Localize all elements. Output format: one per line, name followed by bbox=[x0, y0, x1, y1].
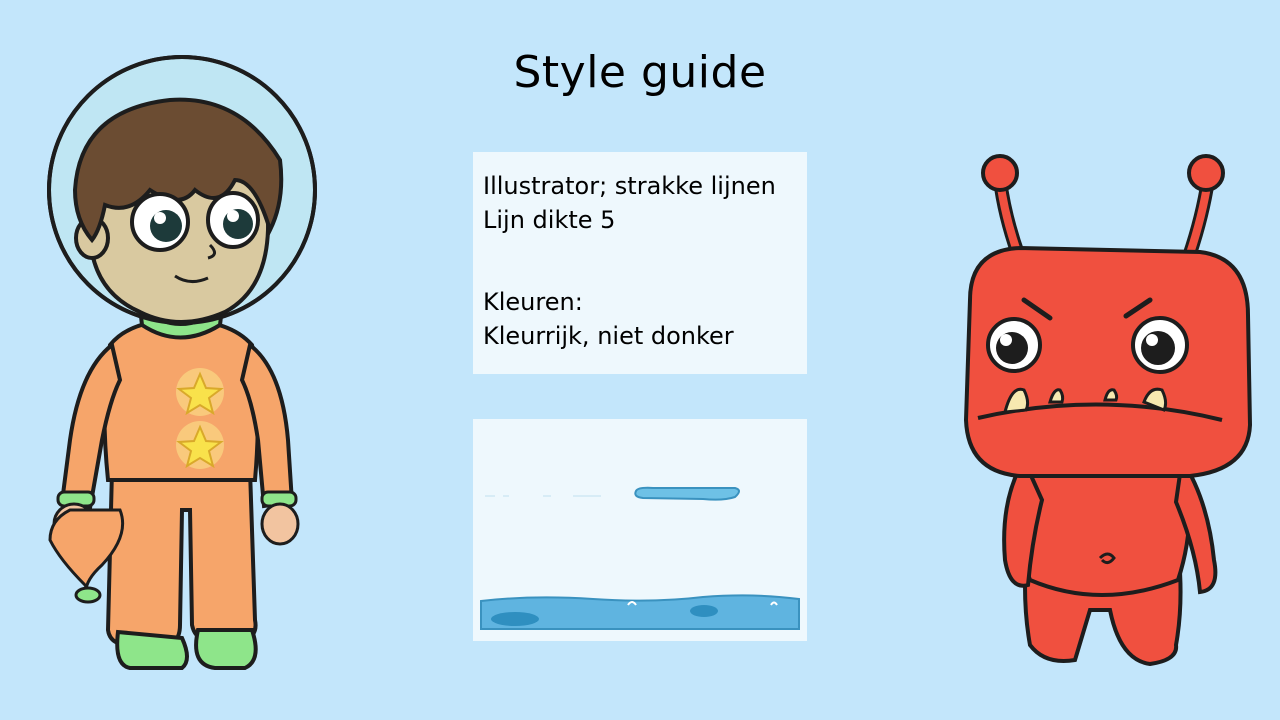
style-note-colors-heading: Kleuren: bbox=[483, 288, 583, 316]
style-notes-card: Illustrator; strakke lijnen Lijn dikte 5… bbox=[473, 152, 807, 374]
left-shoe bbox=[115, 629, 189, 670]
astronaut-drawing bbox=[47, 55, 317, 670]
alien-illustration bbox=[950, 140, 1260, 680]
level-sample-drawing bbox=[473, 419, 807, 641]
astronaut-illustration bbox=[30, 40, 330, 680]
alien-drawing bbox=[963, 154, 1253, 667]
right-hand bbox=[260, 502, 300, 546]
style-note-tool: Illustrator; strakke lijnen bbox=[483, 172, 776, 200]
level-sample-card bbox=[473, 419, 807, 641]
floating-platform bbox=[634, 486, 740, 501]
water-rock bbox=[690, 605, 718, 617]
water-rock bbox=[491, 612, 539, 626]
right-shoe bbox=[194, 628, 258, 670]
style-note-colors: Kleurrijk, niet donker bbox=[483, 322, 734, 350]
style-note-line-width: Lijn dikte 5 bbox=[483, 206, 616, 234]
